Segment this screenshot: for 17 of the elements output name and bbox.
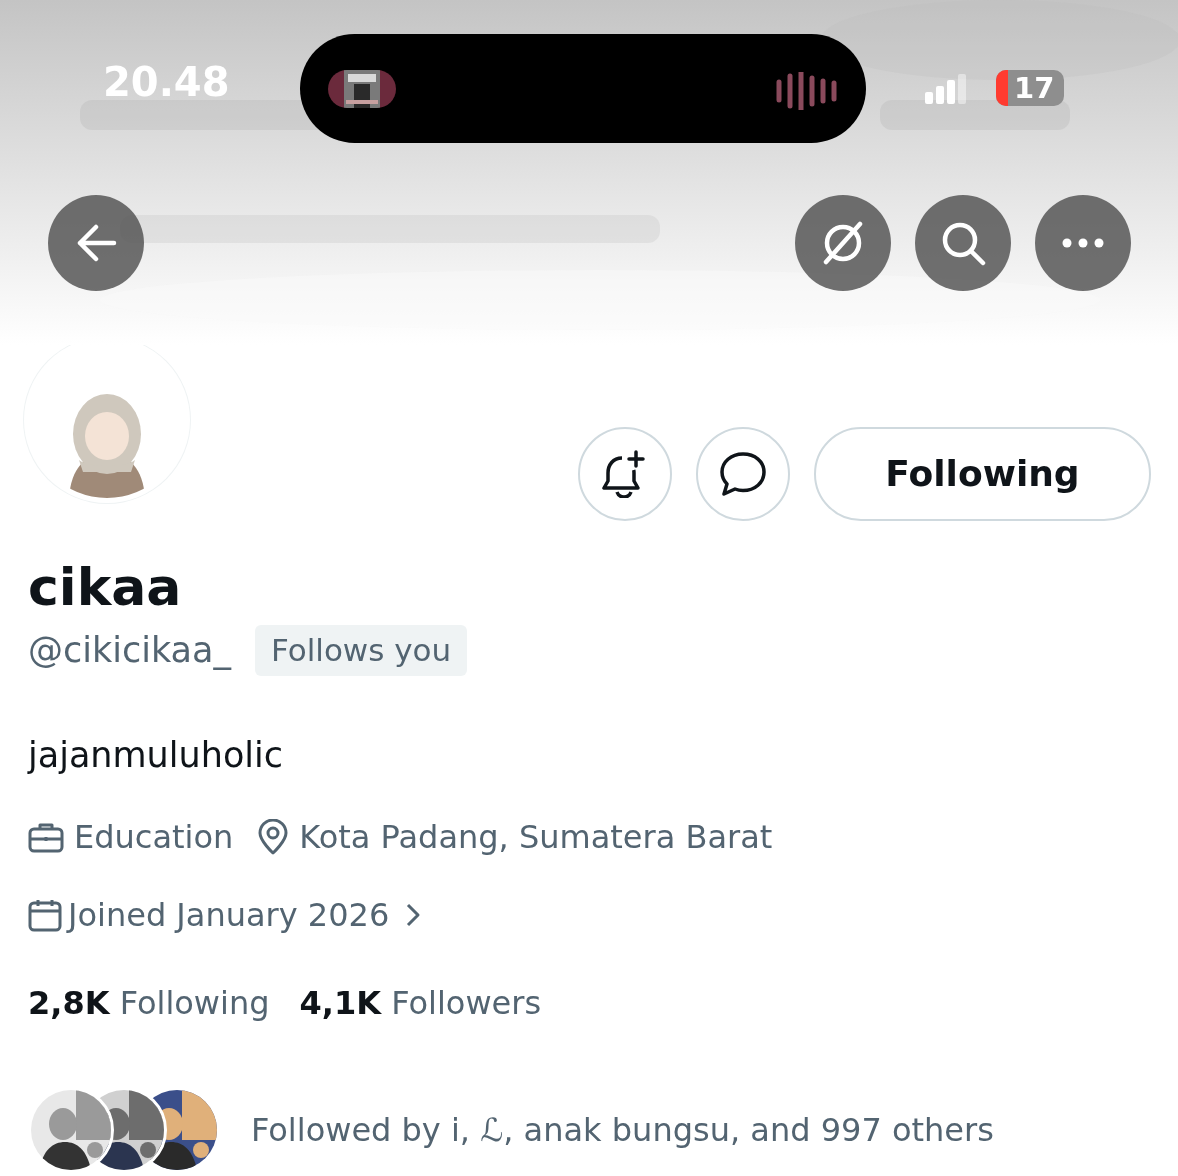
profile-detail: Kota Padang, Sumatera Barat	[299, 817, 773, 859]
stat-link[interactable]: 2,8K Following	[28, 979, 270, 1028]
username: @cikicikaa_	[28, 629, 231, 673]
follows-you-label: Follows you	[255, 625, 468, 676]
followed-by-text: Followed by i, ℒ, anak bungsu, and 997 others	[251, 1110, 994, 1152]
location-pin-icon	[257, 819, 290, 856]
chevron-right-icon	[405, 902, 422, 929]
calendar-icon	[28, 898, 62, 933]
briefcase-icon	[28, 821, 64, 854]
speech-bubble-icon	[719, 451, 767, 497]
profile-detail: Education	[74, 817, 234, 859]
bio-text: jajanmuluholic	[28, 733, 284, 777]
profile-name: cikaa	[28, 559, 183, 617]
joined-date: Joined January 2026	[68, 895, 390, 937]
stat-link[interactable]: 4,1K Followers	[299, 979, 542, 1028]
bell-plus-icon	[602, 450, 648, 498]
following-button[interactable]: Following	[814, 427, 1151, 521]
